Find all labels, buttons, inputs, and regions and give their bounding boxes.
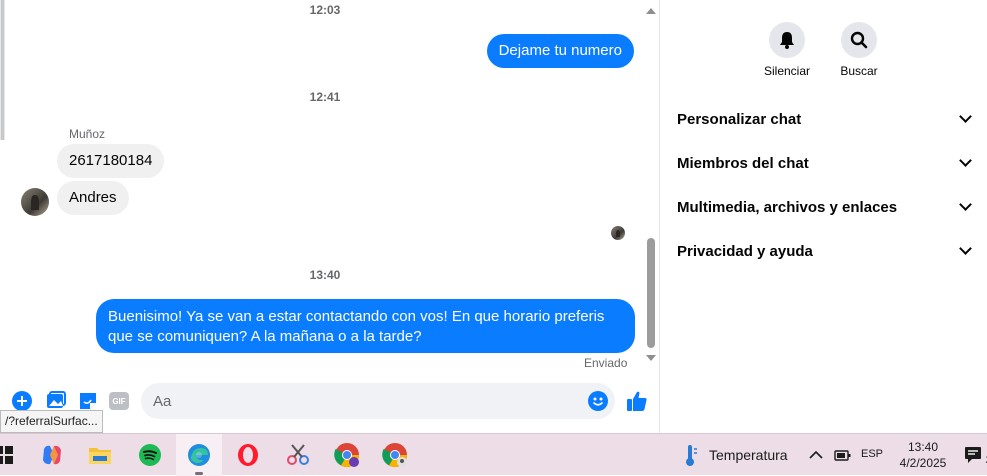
gif-label: GIF [109,392,129,410]
weather-label[interactable]: Temperatura [709,447,788,463]
message-bubble-outgoing[interactable]: Dejame tu numero [486,34,634,68]
chevron-up-icon[interactable] [806,441,826,469]
messenger-window: 12:03 Dejame tu numero 12:41 Muñoz 26171… [0,0,987,433]
message-input[interactable]: Aa [141,383,615,419]
section-label: Privacidad y ayuda [677,242,813,260]
section-privacy-help[interactable]: Privacidad y ayuda [677,236,973,266]
timestamp: 13:40 [309,268,341,282]
spotify-icon[interactable] [136,441,164,469]
chevron-down-icon [959,242,972,255]
section-chat-members[interactable]: Miembros del chat [677,148,973,178]
chrome-profile-icon[interactable] [381,441,409,469]
clock-time: 13:40 [907,440,939,454]
scroll-up-arrow-icon[interactable] [646,8,656,14]
network-battery-icon[interactable] [832,441,854,469]
system-clock[interactable]: 13:40 4/2/2025 [893,439,953,471]
message-status: Enviado [584,356,628,370]
emoji-icon[interactable] [588,391,608,411]
chrome-icon[interactable] [333,441,361,469]
plus-circle-icon[interactable] [11,390,33,412]
language-indicator[interactable]: ESP [861,448,883,460]
opera-icon[interactable] [234,441,262,469]
section-label: Miembros del chat [677,154,809,172]
section-media-files-links[interactable]: Multimedia, archivos y enlaces [677,192,973,222]
chevron-down-icon [959,198,972,211]
clock-date: 4/2/2025 [899,456,947,470]
chevron-down-icon [959,154,972,167]
search-icon [841,22,877,58]
seen-avatar [611,226,625,240]
mute-label: Silenciar [763,64,811,78]
photo-icon[interactable] [45,390,67,412]
edge-icon[interactable] [176,434,222,476]
gif-icon[interactable]: GIF [108,390,130,412]
timestamp: 12:03 [309,3,341,17]
message-bubble-incoming[interactable]: Andres [57,181,129,215]
avatar[interactable] [21,188,49,216]
like-icon[interactable] [626,390,648,417]
chevron-down-icon [959,110,972,123]
thermometer-icon[interactable] [676,441,704,469]
section-customize-chat[interactable]: Personalizar chat [677,104,973,134]
windows-start-icon[interactable] [0,441,18,469]
window-edge [0,0,5,140]
section-label: Personalizar chat [677,110,802,128]
sender-name: Muñoz [69,127,106,141]
notification-icon[interactable]: 2 [960,441,987,469]
chat-area: 12:03 Dejame tu numero 12:41 Muñoz 26171… [0,0,660,433]
file-explorer-icon[interactable] [86,441,114,469]
mute-button[interactable]: Silenciar [752,22,822,78]
section-label: Multimedia, archivos y enlaces [677,198,898,216]
windows-taskbar: Temperatura ESP 13:40 4/2/2025 2 [0,433,987,476]
scroll-down-arrow-icon[interactable] [646,355,656,361]
message-bubble-incoming[interactable]: 2617180184 [57,144,165,178]
message-bubble-outgoing[interactable]: Buenisimo! Ya se van a estar contactando… [96,299,635,353]
link-preview-tooltip: /?referralSurfac... [0,410,103,433]
chat-info-panel: Silenciar Buscar Personalizar chat Miemb… [661,0,987,433]
sticker-icon[interactable] [77,390,99,412]
search-label: Buscar [840,64,878,78]
bell-icon [769,22,805,58]
copilot-icon[interactable] [38,441,66,469]
search-button[interactable]: Buscar [824,22,894,78]
snipping-tool-icon[interactable] [284,441,312,469]
scrollbar-thumb[interactable] [647,238,655,348]
scrollbar[interactable] [644,0,658,368]
timestamp: 12:41 [309,90,341,104]
